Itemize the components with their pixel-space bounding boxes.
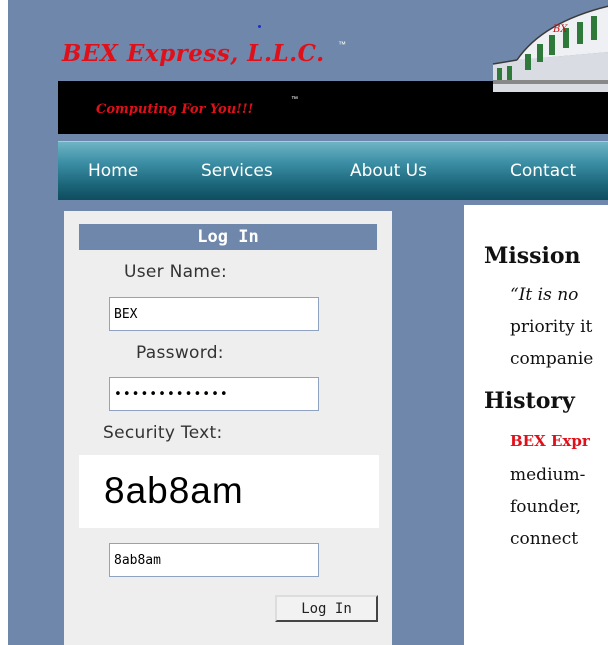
logo-dot [258,25,261,28]
main-nav-bar: Home Services About Us Contact [58,141,608,200]
password-field[interactable] [109,377,319,411]
username-label: User Name: [124,262,228,282]
login-panel-title: Log In [79,224,377,250]
nav-contact[interactable]: Contact [510,161,576,181]
mission-text-line-2: priority it [510,317,593,337]
trademark-mark: ™ [338,40,346,49]
nav-about-us[interactable]: About Us [350,161,427,181]
svg-text:BX: BX [552,24,568,35]
history-company-name: BEX Expr [510,432,590,450]
main-content: Mission “It is no priority it companie H… [464,205,608,645]
mission-text-line-3: companie [510,349,594,369]
nav-services[interactable]: Services [201,161,273,181]
captcha-text: 8ab8am [104,470,244,511]
left-margin [0,0,8,645]
login-button[interactable]: Log In [275,595,378,622]
username-field[interactable] [109,297,319,331]
password-label: Password: [136,343,224,363]
company-logo-text: BEX Express, L.L.C. [62,40,325,67]
security-text-field[interactable] [109,543,319,577]
mission-text-line-1: “It is no [510,285,579,305]
history-text-line-3: connect [510,529,579,549]
history-text-line-1: medium- [510,465,586,485]
mission-heading: Mission [484,243,581,269]
tagline-trademark-mark: ™ [291,96,298,103]
history-heading: History [484,388,575,414]
nav-home[interactable]: Home [88,161,138,181]
train-logo-icon: BX [492,5,608,92]
security-text-label: Security Text: [103,423,223,443]
tagline-text: Computing For You!!! [96,102,254,117]
history-text-line-2: founder, [510,497,582,517]
